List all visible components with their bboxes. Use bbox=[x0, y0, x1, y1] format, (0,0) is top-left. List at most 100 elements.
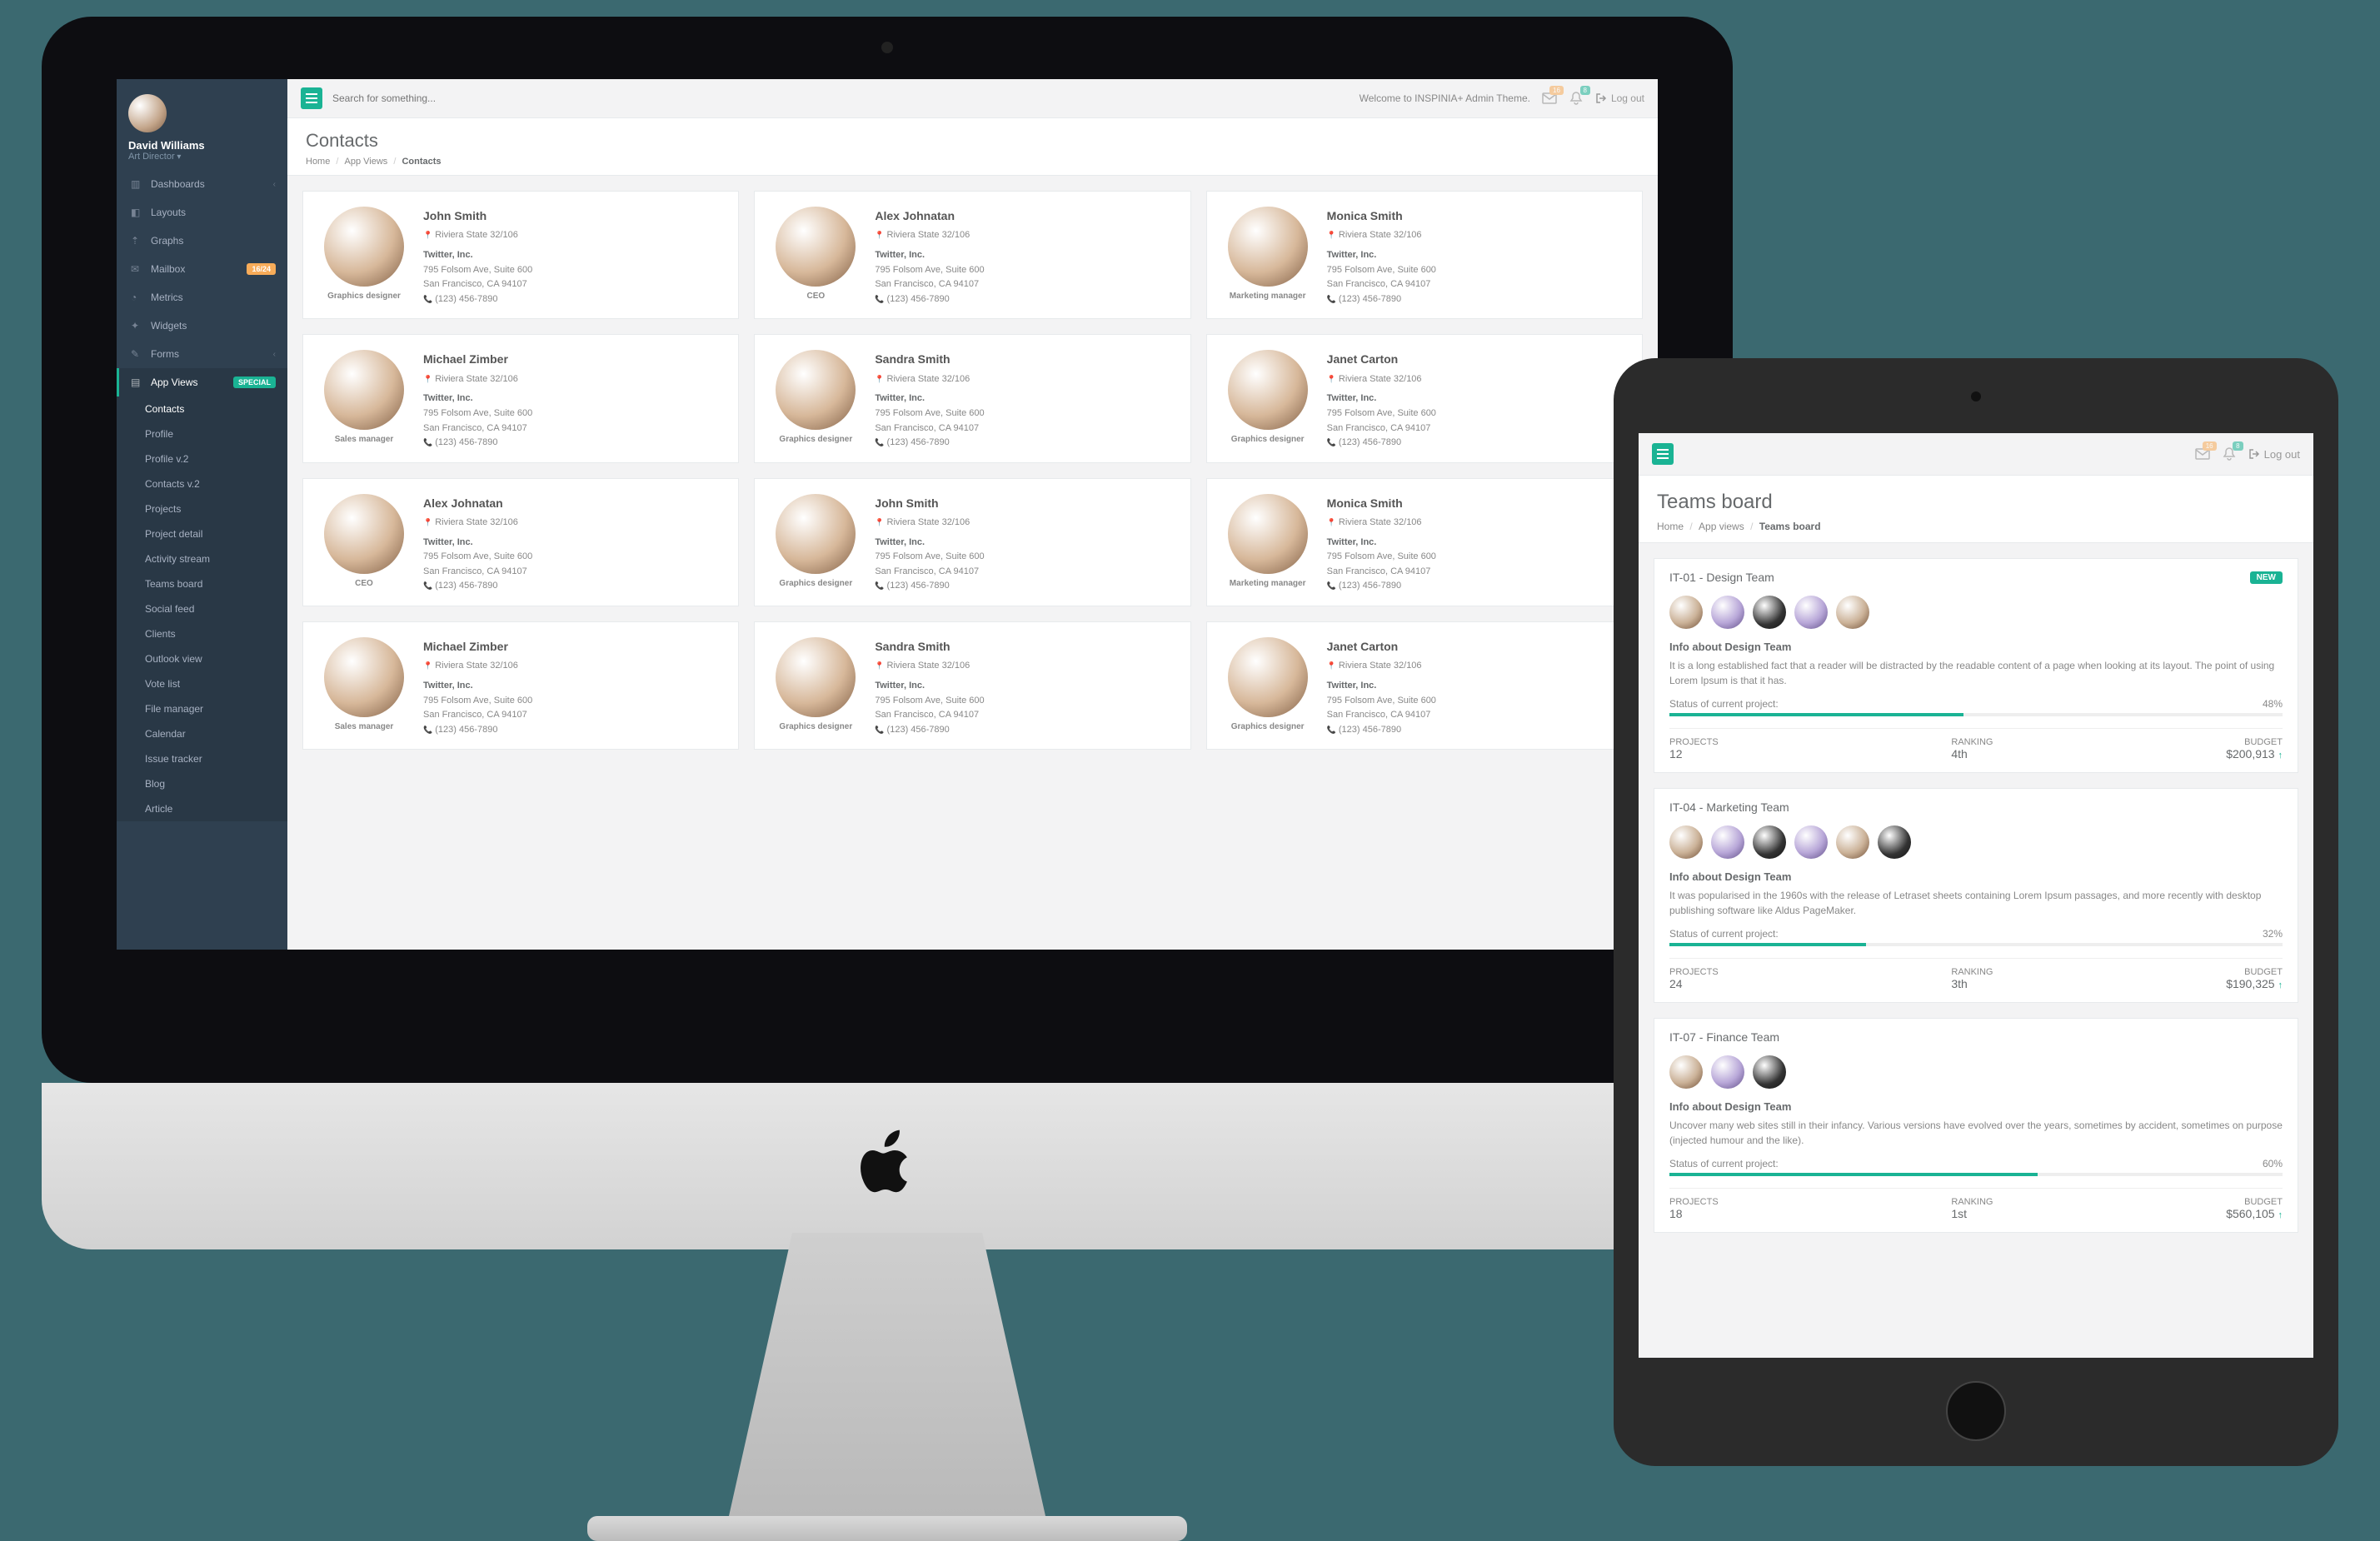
sidebar-item-graphs[interactable]: ⇡Graphs bbox=[117, 227, 287, 255]
logout-link[interactable]: Log out bbox=[1595, 92, 1644, 104]
team-member-avatar[interactable] bbox=[1669, 596, 1703, 629]
bars-icon bbox=[306, 93, 317, 103]
contact-address2: San Francisco, CA 94107 bbox=[1327, 708, 1436, 723]
sidebar-subitem-vote-list[interactable]: Vote list bbox=[117, 671, 287, 696]
bell-notification[interactable]: 8 bbox=[2222, 446, 2237, 461]
contact-card[interactable]: Marketing managerMonica SmithRiviera Sta… bbox=[1206, 191, 1643, 319]
sidebar-subitem-contacts[interactable]: Contacts bbox=[117, 396, 287, 421]
breadcrumb-item[interactable]: Home bbox=[1657, 521, 1684, 532]
team-member-avatar[interactable] bbox=[1836, 825, 1869, 859]
contact-name: Janet Carton bbox=[1327, 637, 1436, 656]
mail-notification[interactable]: 16 bbox=[1542, 91, 1557, 106]
team-members bbox=[1669, 596, 2283, 629]
sidebar-subitem-article[interactable]: Article bbox=[117, 796, 287, 821]
sidebar-subitem-blog[interactable]: Blog bbox=[117, 771, 287, 796]
teams-app: 16 8 Log out Teams board HomeApp viewsTe… bbox=[1639, 433, 2313, 1358]
contact-card[interactable]: CEOAlex JohnatanRiviera State 32/106Twit… bbox=[302, 478, 739, 606]
sidebar-item-metrics[interactable]: ◔Metrics bbox=[117, 283, 287, 312]
progress-bar bbox=[1669, 943, 2283, 946]
contact-address2: San Francisco, CA 94107 bbox=[423, 277, 532, 292]
team-description: It was popularised in the 1960s with the… bbox=[1669, 888, 2283, 918]
sidebar-item-layouts[interactable]: ◧Layouts bbox=[117, 198, 287, 227]
contact-company: Twitter, Inc. bbox=[1327, 679, 1436, 694]
contact-card[interactable]: Sales managerMichael ZimberRiviera State… bbox=[302, 621, 739, 750]
team-info-title: Info about Design Team bbox=[1669, 870, 2283, 883]
team-members bbox=[1669, 1055, 2283, 1089]
sidebar-subitem-file-manager[interactable]: File manager bbox=[117, 696, 287, 721]
team-member-avatar[interactable] bbox=[1711, 596, 1744, 629]
admin-app: David Williams Art Director ▥Dashboards‹… bbox=[117, 79, 1658, 950]
sidebar-subitem-projects[interactable]: Projects bbox=[117, 496, 287, 521]
sidebar-submenu: ContactsProfileProfile v.2Contacts v.2Pr… bbox=[117, 396, 287, 821]
bell-count-badge: 8 bbox=[2233, 441, 2243, 451]
breadcrumb-item[interactable]: App Views bbox=[330, 157, 387, 167]
sidebar-subitem-outlook-view[interactable]: Outlook view bbox=[117, 646, 287, 671]
sidebar-item-app-views[interactable]: ▤App ViewsSPECIAL bbox=[117, 368, 287, 396]
breadcrumb-item[interactable]: App views bbox=[1684, 521, 1744, 532]
ipad-home-button[interactable] bbox=[1946, 1381, 2006, 1441]
sidebar-profile[interactable]: David Williams Art Director bbox=[117, 79, 287, 170]
contact-location: Riviera State 32/106 bbox=[1327, 659, 1436, 674]
ipad-device: 16 8 Log out Teams board HomeApp viewsTe… bbox=[1614, 358, 2338, 1466]
contact-company: Twitter, Inc. bbox=[423, 679, 532, 694]
contact-card[interactable]: Graphics designerSandra SmithRiviera Sta… bbox=[754, 621, 1190, 750]
search-input[interactable] bbox=[332, 92, 549, 104]
sidebar-item-dashboards[interactable]: ▥Dashboards‹ bbox=[117, 170, 287, 198]
sidebar-item-forms[interactable]: ✎Forms‹ bbox=[117, 340, 287, 368]
contact-location: Riviera State 32/106 bbox=[1327, 516, 1436, 531]
team-member-avatar[interactable] bbox=[1753, 1055, 1786, 1089]
sidebar-subitem-issue-tracker[interactable]: Issue tracker bbox=[117, 746, 287, 771]
contact-card[interactable]: Marketing managerMonica SmithRiviera Sta… bbox=[1206, 478, 1643, 606]
status-label: Status of current project: bbox=[1669, 1158, 1779, 1169]
team-card[interactable]: IT-07 - Finance TeamInfo about Design Te… bbox=[1654, 1018, 2298, 1233]
contact-role: Graphics designer bbox=[1222, 722, 1314, 731]
menu-toggle-button[interactable] bbox=[1652, 443, 1674, 465]
team-member-avatar[interactable] bbox=[1878, 825, 1911, 859]
team-name: IT-01 - Design Team bbox=[1669, 571, 1774, 584]
projects-value: 12 bbox=[1669, 747, 1719, 761]
team-card[interactable]: IT-04 - Marketing TeamInfo about Design … bbox=[1654, 788, 2298, 1003]
sidebar-subitem-clients[interactable]: Clients bbox=[117, 621, 287, 646]
team-member-avatar[interactable] bbox=[1711, 825, 1744, 859]
team-member-avatar[interactable] bbox=[1669, 825, 1703, 859]
sidebar-subitem-calendar[interactable]: Calendar bbox=[117, 721, 287, 746]
sidebar-subitem-social-feed[interactable]: Social feed bbox=[117, 596, 287, 621]
ranking-label: RANKING bbox=[1951, 737, 1993, 747]
team-card[interactable]: IT-01 - Design TeamNEWInfo about Design … bbox=[1654, 558, 2298, 773]
contact-card[interactable]: CEOAlex JohnatanRiviera State 32/106Twit… bbox=[754, 191, 1190, 319]
sidebar-item-widgets[interactable]: ✦Widgets bbox=[117, 312, 287, 340]
contact-card[interactable]: Sales managerMichael ZimberRiviera State… bbox=[302, 334, 739, 462]
team-member-avatar[interactable] bbox=[1794, 596, 1828, 629]
sidebar-subitem-profile-v-2[interactable]: Profile v.2 bbox=[117, 446, 287, 471]
projects-label: PROJECTS bbox=[1669, 737, 1719, 747]
logout-link[interactable]: Log out bbox=[2248, 448, 2300, 461]
team-member-avatar[interactable] bbox=[1753, 825, 1786, 859]
metrics-icon: ◔ bbox=[131, 292, 142, 303]
contact-card[interactable]: Graphics designer Janet Carton Riviera Sta… bbox=[1206, 621, 1643, 750]
breadcrumb-item[interactable]: Home bbox=[306, 157, 330, 167]
sidebar-subitem-profile[interactable]: Profile bbox=[117, 421, 287, 446]
team-member-avatar[interactable] bbox=[1669, 1055, 1703, 1089]
contact-card[interactable]: Graphics designerJanet CartonRiviera Sta… bbox=[1206, 334, 1643, 462]
sidebar-item-mailbox[interactable]: ✉Mailbox16/24 bbox=[117, 255, 287, 283]
contact-card[interactable]: Graphics designerJohn SmithRiviera State… bbox=[302, 191, 739, 319]
mail-notification[interactable]: 16 bbox=[2195, 446, 2210, 461]
contact-card[interactable]: Graphics designerJohn SmithRiviera State… bbox=[754, 478, 1190, 606]
contact-card[interactable]: Graphics designerSandra SmithRiviera Sta… bbox=[754, 334, 1190, 462]
nav-label: Widgets bbox=[151, 320, 187, 332]
team-info-title: Info about Design Team bbox=[1669, 1100, 2283, 1113]
bell-notification[interactable]: 8 bbox=[1569, 91, 1584, 106]
sidebar-subitem-teams-board[interactable]: Teams board bbox=[117, 571, 287, 596]
menu-toggle-button[interactable] bbox=[301, 87, 322, 109]
team-member-avatar[interactable] bbox=[1711, 1055, 1744, 1089]
sidebar-subitem-activity-stream[interactable]: Activity stream bbox=[117, 546, 287, 571]
sidebar-subitem-contacts-v-2[interactable]: Contacts v.2 bbox=[117, 471, 287, 496]
contact-name: Alex Johnatan bbox=[875, 207, 984, 225]
team-member-avatar[interactable] bbox=[1753, 596, 1786, 629]
team-member-avatar[interactable] bbox=[1794, 825, 1828, 859]
team-member-avatar[interactable] bbox=[1836, 596, 1869, 629]
sidebar-subitem-project-detail[interactable]: Project detail bbox=[117, 521, 287, 546]
chart-icon: ⇡ bbox=[131, 235, 142, 247]
user-role[interactable]: Art Director bbox=[128, 152, 276, 162]
contact-phone: (123) 456-7890 bbox=[875, 292, 984, 307]
